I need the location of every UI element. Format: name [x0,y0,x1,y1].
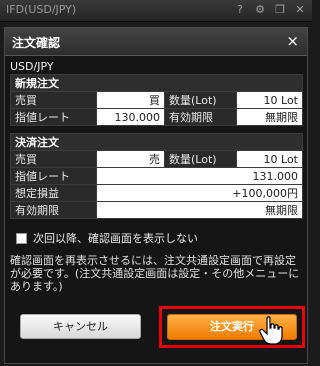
close-icon[interactable]: ✕ [294,3,306,16]
new-qty-value: 10 Lot [236,91,303,109]
hand-cursor-icon [259,316,283,345]
dialog-close-icon[interactable]: × [286,32,299,50]
new-limit-label: 指値レート [10,108,97,126]
settle-qty-value: 10 Lot [236,150,303,168]
new-order-section-title: 新規注文 [10,74,303,92]
expected-pnl-value: +100,000円 [96,184,303,202]
order-confirm-dialog: 注文確認 × USD/JPY 新規注文 売買 買 数量(Lot) 10 Lot … [4,27,308,364]
table-row: 想定損益 +100,000円 [10,184,303,202]
table-row: 売買 売 数量(Lot) 10 Lot [10,150,303,168]
gear-icon[interactable]: ⚙ [254,3,266,16]
help-icon[interactable]: ? [234,3,246,16]
settle-qty-label: 数量(Lot) [164,150,237,168]
settle-side-label: 売買 [10,150,97,168]
table-row: 有効期限 無期限 [10,201,303,219]
table-row: 売買 買 数量(Lot) 10 Lot [10,91,303,109]
dialog-header: 注文確認 × [5,28,307,56]
new-expiry-label: 有効期限 [164,108,237,126]
app-title: IFD(USD/JPY) [6,3,77,16]
new-side-value: 買 [96,91,165,109]
settle-limit-label: 指値レート [10,167,97,185]
restore-icon[interactable]: ❐ [274,3,286,16]
settle-expiry-label: 有効期限 [10,201,97,219]
cancel-button[interactable]: キャンセル [20,314,141,339]
new-expiry-value: 無期限 [236,108,303,126]
hide-confirm-checkbox[interactable] [16,232,27,244]
settle-side-value: 売 [96,150,165,168]
currency-pair: USD/JPY [10,60,54,73]
new-order-table: 新規注文 売買 買 数量(Lot) 10 Lot 指値レート 130.000 有… [10,74,303,126]
hide-confirm-row[interactable]: 次回以降、確認画面を表示しない [16,230,198,246]
app-titlebar: IFD(USD/JPY) ? ⚙ ❐ ✕ [0,0,312,22]
settle-expiry-value: 無期限 [96,201,303,219]
new-limit-value: 130.000 [96,108,165,126]
app-window-controls: ? ⚙ ❐ ✕ [234,3,306,16]
new-side-label: 売買 [10,91,97,109]
new-qty-label: 数量(Lot) [164,91,237,109]
settle-limit-value: 131.000 [96,167,303,185]
settle-order-section-title: 決済注文 [10,133,303,151]
notice-text: 確認画面を再表示させるには、注文共通設定画面で再設定が必要です。(注文共通設定画… [10,254,300,293]
expected-pnl-label: 想定損益 [10,184,97,202]
table-row: 指値レート 130.000 有効期限 無期限 [10,108,303,126]
dialog-title: 注文確認 [12,36,61,50]
table-row: 指値レート 131.000 [10,167,303,185]
settle-order-table: 決済注文 売買 売 数量(Lot) 10 Lot 指値レート 131.000 想… [10,133,303,219]
hide-confirm-label[interactable]: 次回以降、確認画面を表示しない [33,230,198,246]
